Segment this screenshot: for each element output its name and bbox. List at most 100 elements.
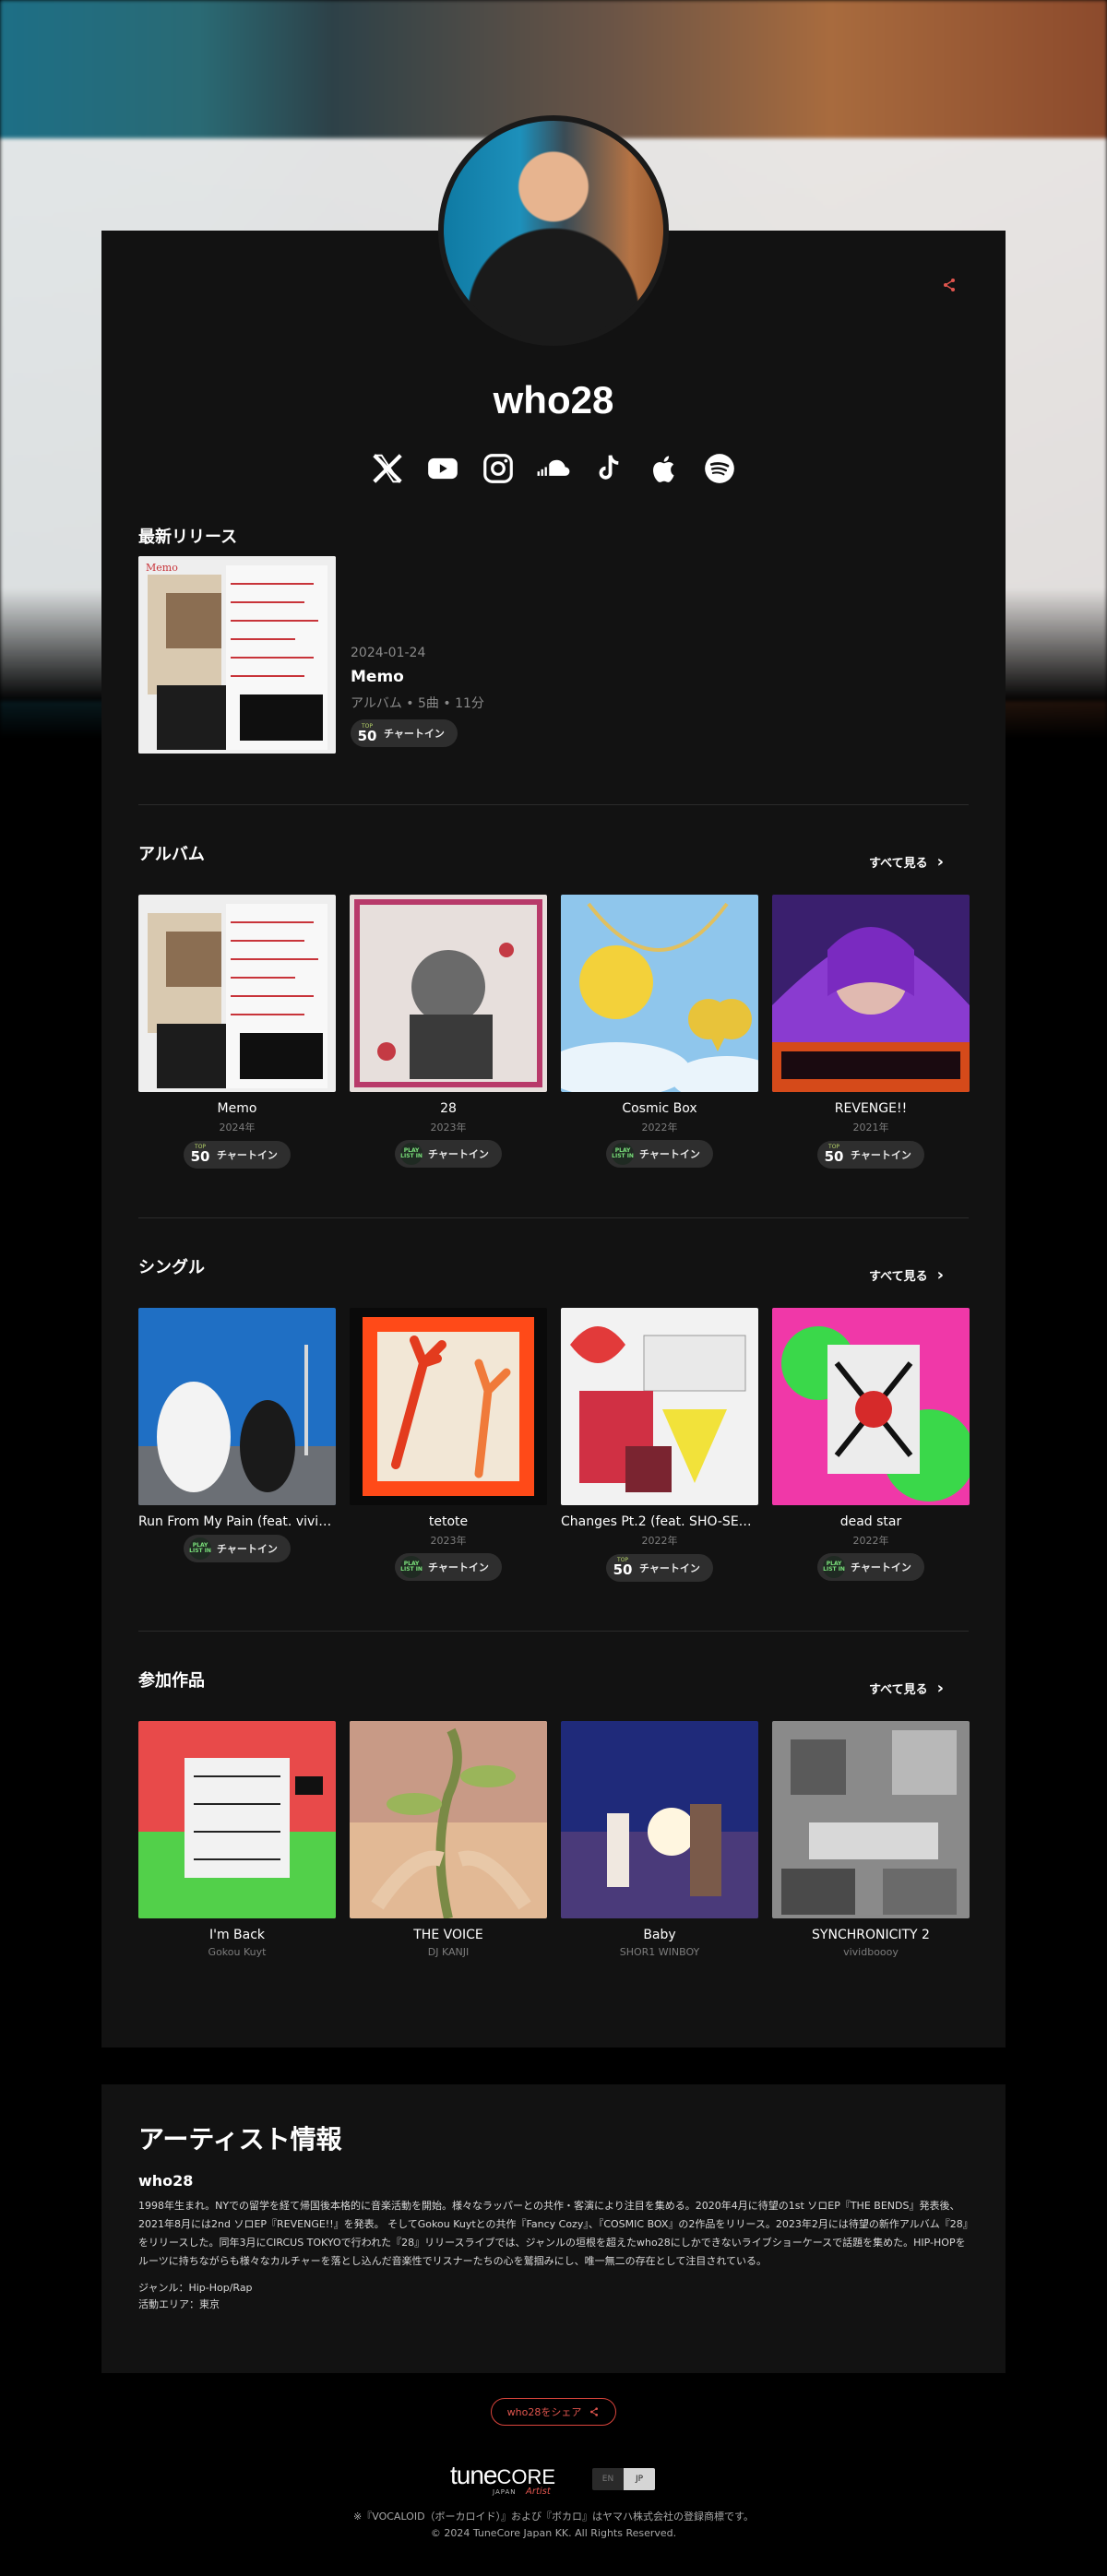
album-title: 28: [440, 1101, 457, 1116]
single-cover[interactable]: [350, 1308, 547, 1505]
single-cover[interactable]: [138, 1308, 336, 1505]
feature-artist: DJ KANJI: [427, 1946, 470, 1958]
feature-artist: Gokou Kuyt: [208, 1946, 267, 1958]
feature-card[interactable]: Baby SHOR1 WINBOY: [561, 1721, 758, 1958]
copyright: © 2024 TuneCore Japan KK. All Rights Res…: [430, 2527, 677, 2539]
share-icon[interactable]: [941, 277, 958, 293]
album-card[interactable]: Memo 2024年 TOP 50 チャートイン: [138, 895, 336, 1169]
album-card[interactable]: REVENGE!! 2021年 TOP 50 チャートイン: [772, 895, 970, 1169]
x-icon[interactable]: [369, 450, 406, 487]
section-divider: [138, 804, 969, 805]
single-year: 2023年: [430, 1535, 467, 1547]
album-title: Cosmic Box: [622, 1101, 697, 1116]
feature-artist: SHOR1 WINBOY: [619, 1946, 700, 1958]
single-card[interactable]: dead star 2022年 PLAY LIST IN チャートイン: [772, 1308, 970, 1581]
section-divider: [138, 1217, 969, 1218]
single-card[interactable]: tetote 2023年 PLAY LIST IN チャートイン: [350, 1308, 547, 1581]
artist-area: 活動エリア：東京: [138, 2298, 220, 2310]
chart-in-pill[interactable]: TOP 50 チャートイン: [351, 719, 458, 747]
single-year: 2022年: [852, 1535, 889, 1547]
artist-bio: 1998年生まれ。NYでの留学を経て帰国後本格的に音楽活動を開始。様々なラッパー…: [138, 2200, 969, 2267]
singles-heading: シングル: [138, 1258, 205, 1277]
chart-in-pill[interactable]: TOP 50 チャートイン: [184, 1140, 291, 1169]
album-card[interactable]: 28 2023年 PLAY LIST IN チャートイン: [350, 895, 547, 1168]
artist-genre: ジャンル：Hip-Hop/Rap: [138, 2282, 253, 2294]
artist-info-card: アーティスト情報 who28 1998年生まれ。NYでの留学を経て帰国後本格的に…: [101, 2084, 1006, 2373]
youtube-icon[interactable]: [424, 450, 461, 487]
tiktok-icon[interactable]: [590, 450, 627, 487]
feature-title: I'm Back: [208, 1928, 266, 1942]
feature-card[interactable]: I'm Back Gokou Kuyt: [138, 1721, 336, 1958]
chart-in-pill[interactable]: TOP 50 チャートイン: [606, 1553, 713, 1582]
album-year: 2023年: [430, 1122, 467, 1134]
album-card[interactable]: Cosmic Box 2022年 PLAY LIST IN チャートイン: [561, 895, 758, 1168]
artist-info-name: who28: [138, 2172, 194, 2190]
spotify-icon[interactable]: [701, 450, 738, 487]
single-card[interactable]: Changes Pt.2 (feat. SHO-SENSE... 2022年 T…: [561, 1308, 758, 1582]
single-cover[interactable]: [772, 1308, 970, 1505]
playlist-in-badge: PLAY LIST IN: [612, 1143, 635, 1165]
svg-text:Memo: Memo: [146, 562, 178, 574]
top50-badge: TOP 50: [357, 722, 377, 744]
single-title: tetote: [428, 1514, 469, 1529]
latest-cover[interactable]: Memo: [138, 556, 336, 754]
album-year: 2021年: [852, 1122, 889, 1134]
artist-meta: ジャンル：Hip-Hop/Rap 活動エリア：東京: [138, 2280, 253, 2313]
top50-badge: TOP 50: [190, 1144, 210, 1165]
feature-card[interactable]: SYNCHRONICITY 2 vividboooy: [772, 1721, 970, 1958]
chevron-right-icon: ›: [936, 1678, 944, 1698]
feature-title: SYNCHRONICITY 2: [812, 1928, 930, 1942]
album-cover[interactable]: [350, 895, 547, 1092]
lang-en-option[interactable]: EN: [592, 2468, 624, 2490]
chart-in-pill[interactable]: PLAY LIST IN チャートイン: [817, 1553, 924, 1581]
feature-cover[interactable]: [772, 1721, 970, 1918]
feature-artist: vividboooy: [843, 1946, 899, 1958]
footer-notes: ※『VOCALOID（ボーカロイド）』および『ボカロ』はヤマハ株式会社の登録商標…: [0, 2509, 1107, 2542]
soundcloud-icon[interactable]: [535, 450, 572, 487]
artist-name: who28: [493, 378, 614, 421]
feature-cover[interactable]: [138, 1721, 336, 1918]
latest-release-heading: 最新リリース: [138, 528, 238, 547]
feature-cover[interactable]: [350, 1721, 547, 1918]
album-cover[interactable]: [772, 895, 970, 1092]
features-see-all[interactable]: すべて見る ›: [869, 1680, 944, 1697]
apple-music-icon[interactable]: [646, 450, 683, 487]
chevron-right-icon: ›: [936, 851, 944, 872]
album-title: REVENGE!!: [834, 1101, 908, 1116]
latest-title[interactable]: Memo: [351, 668, 484, 686]
chart-in-pill[interactable]: TOP 50 チャートイン: [817, 1140, 924, 1169]
single-cover[interactable]: [561, 1308, 758, 1505]
chart-in-label: チャートイン: [384, 728, 445, 740]
instagram-icon[interactable]: [480, 450, 517, 487]
artist-avatar: [438, 115, 669, 346]
latest-date: 2024-01-24: [351, 646, 426, 660]
album-cover[interactable]: [138, 895, 336, 1092]
chart-in-pill[interactable]: PLAY LIST IN チャートイン: [395, 1553, 502, 1581]
social-links: [369, 448, 738, 489]
share-artist-button[interactable]: who28をシェア: [491, 2398, 616, 2426]
album-title: Memo: [217, 1101, 257, 1116]
albums-see-all[interactable]: すべて見る ›: [869, 853, 944, 871]
section-divider: [138, 1631, 969, 1632]
chart-in-pill[interactable]: PLAY LIST IN チャートイン: [606, 1140, 713, 1168]
playlist-in-badge: PLAY LIST IN: [400, 1556, 423, 1578]
chart-in-pill[interactable]: PLAY LIST IN チャートイン: [395, 1140, 502, 1168]
language-toggle[interactable]: EN JP: [592, 2468, 655, 2490]
singles-see-all[interactable]: すべて見る ›: [869, 1266, 944, 1284]
album-year: 2024年: [219, 1122, 256, 1134]
single-title: dead star: [839, 1514, 902, 1529]
feature-title: THE VOICE: [413, 1928, 483, 1942]
single-card[interactable]: Run From My Pain (feat. vividb... PLAY LI…: [138, 1308, 336, 1562]
feature-card[interactable]: THE VOICE DJ KANJI: [350, 1721, 547, 1958]
chart-in-pill[interactable]: PLAY LIST IN チャートイン: [184, 1535, 291, 1562]
album-cover[interactable]: [561, 895, 758, 1092]
feature-cover[interactable]: [561, 1721, 758, 1918]
single-year: 2022年: [641, 1535, 678, 1547]
tunecore-logo[interactable]: tuneCORE JAPAN Artist: [450, 2461, 565, 2498]
artist-info-heading: アーティスト情報: [138, 2124, 342, 2155]
playlist-in-badge: PLAY LIST IN: [400, 1143, 423, 1165]
chevron-right-icon: ›: [936, 1264, 944, 1285]
top50-badge: TOP 50: [613, 1557, 633, 1578]
feature-title: Baby: [643, 1928, 676, 1942]
lang-jp-option[interactable]: JP: [624, 2468, 655, 2490]
